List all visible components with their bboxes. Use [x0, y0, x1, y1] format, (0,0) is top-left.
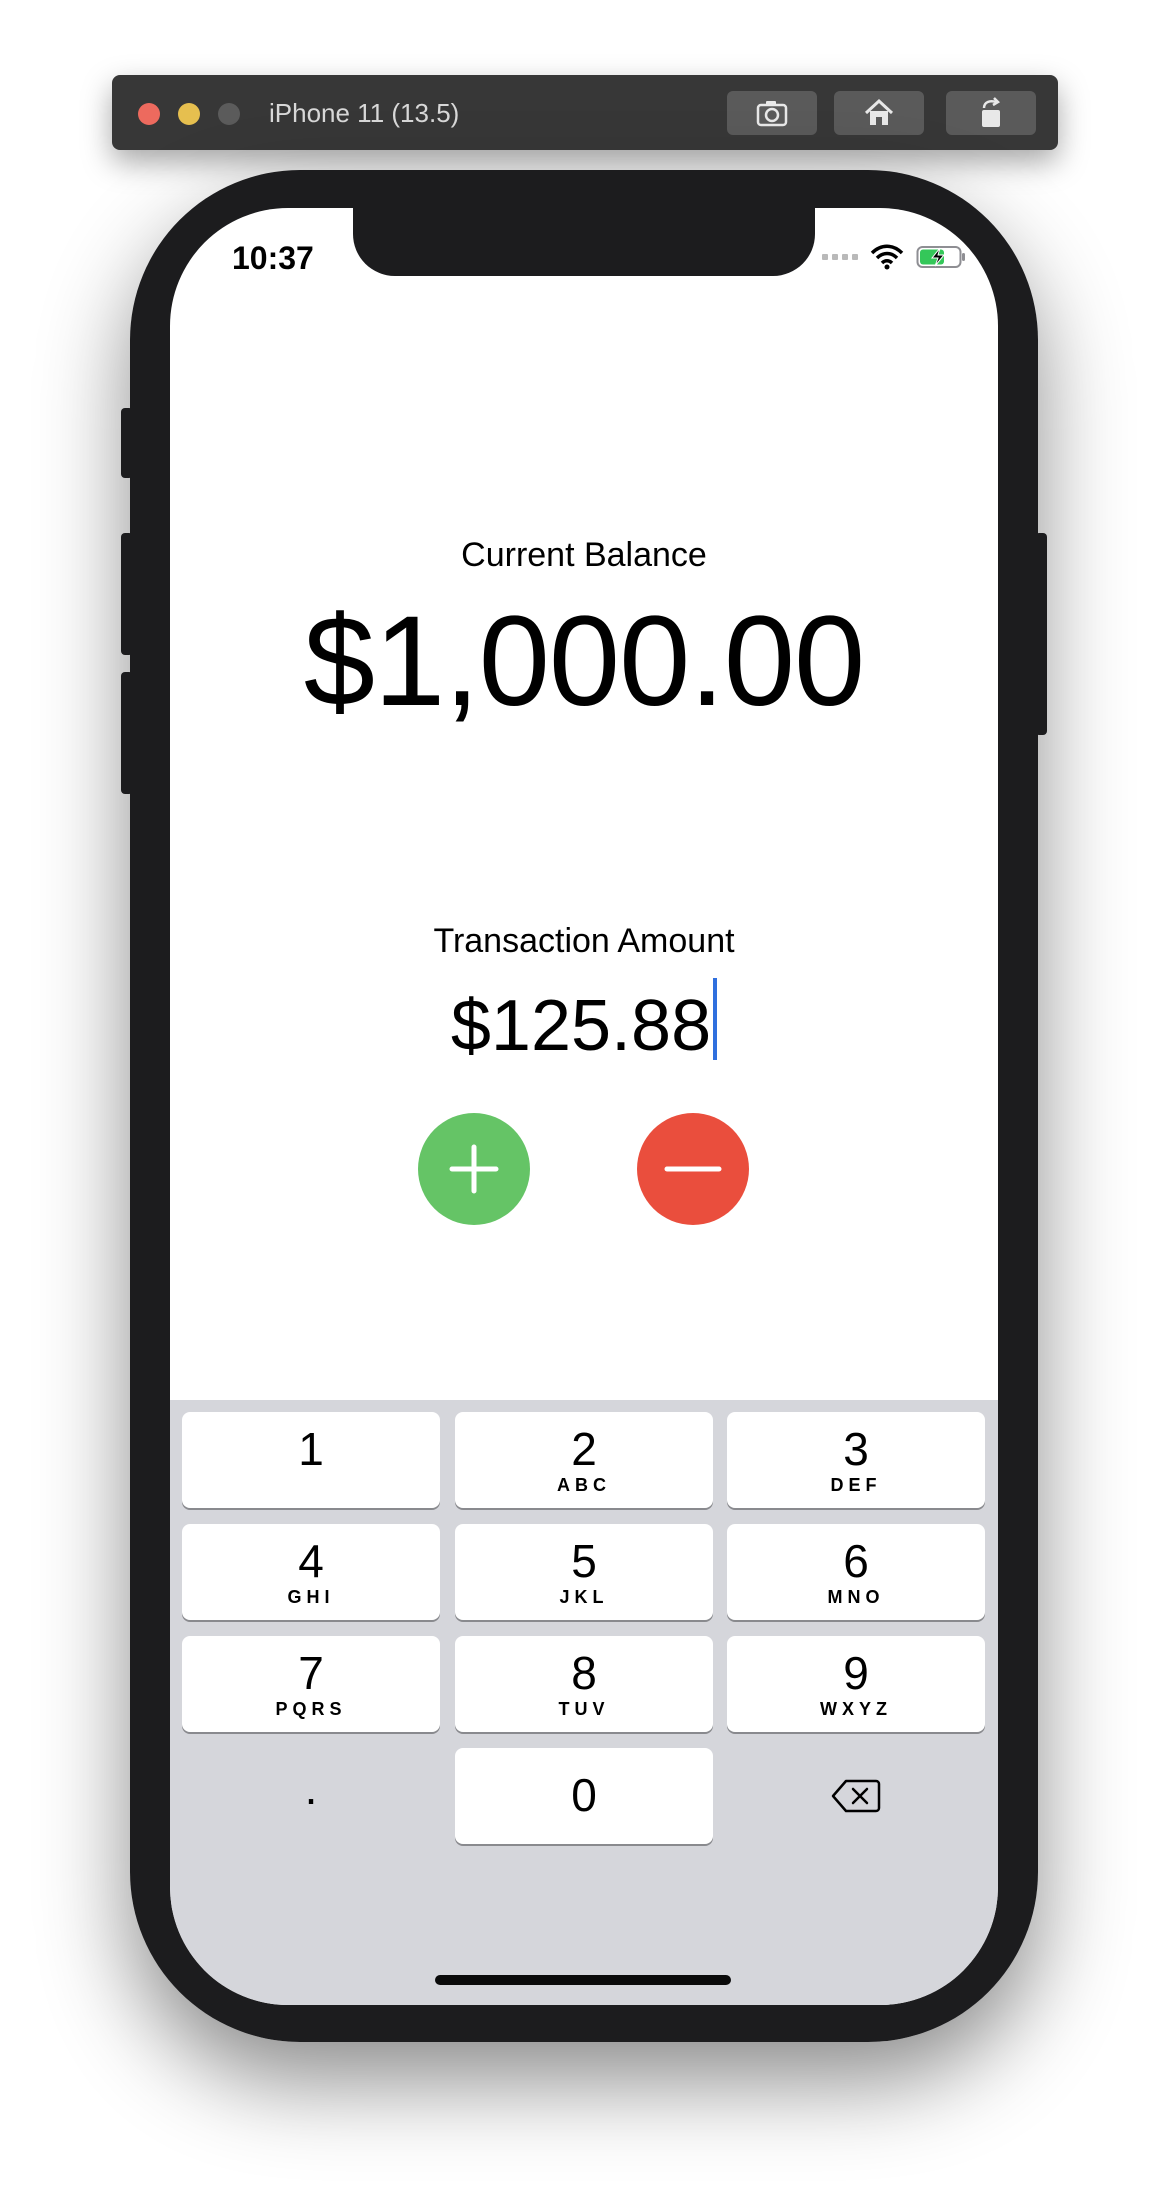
transaction-amount-input[interactable]: $125.88	[170, 978, 998, 1067]
key-0[interactable]: 0	[455, 1748, 713, 1844]
battery-charging-icon	[916, 246, 965, 268]
balance-label: Current Balance	[461, 536, 707, 574]
key-2[interactable]: 2 ABC	[455, 1412, 713, 1508]
delete-key[interactable]	[727, 1748, 985, 1844]
key-digit: 2	[571, 1423, 597, 1475]
wifi-icon	[870, 244, 904, 270]
key-letters: MNO	[827, 1587, 885, 1607]
key-letters: ABC	[557, 1475, 611, 1495]
key-5[interactable]: 5 JKL	[455, 1524, 713, 1620]
key-digit: 6	[843, 1535, 869, 1587]
home-indicator[interactable]	[435, 1975, 731, 1985]
key-letters: PQRS	[275, 1699, 347, 1719]
key-decimal[interactable]: .	[182, 1748, 440, 1844]
add-button[interactable]	[418, 1113, 530, 1225]
home-button[interactable]	[834, 91, 924, 135]
key-letters: TUV	[558, 1699, 610, 1719]
key-digit: 4	[298, 1535, 324, 1587]
key-digit: 9	[843, 1647, 869, 1699]
key-8[interactable]: 8 TUV	[455, 1636, 713, 1732]
key-9[interactable]: 9 WXYZ	[727, 1636, 985, 1732]
key-letters: DEF	[830, 1475, 882, 1495]
text-cursor	[713, 978, 718, 1060]
key-digit: 5	[571, 1535, 597, 1587]
cellular-signal-icon	[822, 254, 858, 260]
simulator-toolbar: iPhone 11 (13.5)	[112, 75, 1058, 150]
plus-icon	[449, 1144, 499, 1194]
subtract-button[interactable]	[637, 1113, 749, 1225]
key-letters: WXYZ	[820, 1699, 892, 1719]
key-letters: GHI	[287, 1587, 335, 1607]
close-window-button[interactable]	[138, 103, 160, 125]
minimize-window-button[interactable]	[178, 103, 200, 125]
backspace-icon	[831, 1779, 881, 1813]
key-digit: 3	[843, 1423, 869, 1475]
screenshot-button[interactable]	[727, 91, 817, 135]
key-digit: 8	[571, 1647, 597, 1699]
key-7[interactable]: 7 PQRS	[182, 1636, 440, 1732]
notch	[353, 208, 815, 276]
status-icons	[822, 244, 968, 270]
minus-icon	[664, 1166, 722, 1172]
key-4[interactable]: 4 GHI	[182, 1524, 440, 1620]
key-digit: 7	[298, 1647, 324, 1699]
decimal-label: .	[304, 1762, 318, 1814]
transaction-amount-value: $125.88	[450, 986, 712, 1066]
key-3[interactable]: 3 DEF	[727, 1412, 985, 1508]
key-letters: JKL	[559, 1587, 609, 1607]
transaction-label: Transaction Amount	[433, 922, 735, 960]
rotate-icon	[982, 97, 1001, 127]
home-icon	[864, 98, 894, 125]
balance-value: $1,000.00	[303, 590, 865, 733]
key-1[interactable]: 1	[182, 1412, 440, 1508]
key-digit: 1	[298, 1423, 324, 1475]
simulator-title: iPhone 11 (13.5)	[269, 98, 460, 128]
rotate-button[interactable]	[946, 91, 1036, 135]
numeric-keypad: 1 2 ABC 3 DEF 4 GHI 5 JKL 6 MNO 7 PQRS 8	[170, 1400, 998, 2005]
screenshot-icon	[756, 101, 788, 127]
key-6[interactable]: 6 MNO	[727, 1524, 985, 1620]
key-digit: 0	[571, 1769, 597, 1821]
zoom-window-button[interactable]	[218, 103, 240, 125]
app-screen: 10:37 Current Balance $1,000.00 Transact…	[170, 208, 998, 2005]
status-time: 10:37	[232, 240, 314, 276]
